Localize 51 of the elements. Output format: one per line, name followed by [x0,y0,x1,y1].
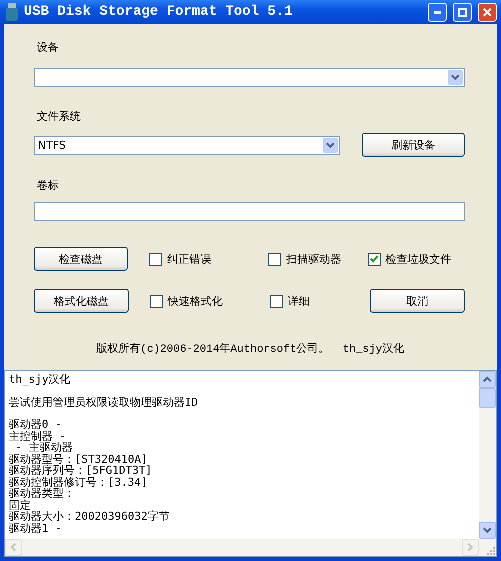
log-line: th_sjy汉化 [9,374,72,386]
log-line: 驱动器类型： [9,488,75,500]
left-chevron-icon [10,543,17,552]
checkbox[interactable] [268,252,282,266]
log-line: 驱动器型号：[ST320410A] [9,454,149,465]
scroll-down-button[interactable] [479,522,496,539]
maximize-button[interactable] [453,2,472,22]
log-line: 驱动器1 - [9,522,63,534]
checkbox[interactable] [149,252,162,266]
maximize-icon [458,8,467,16]
checkbox-label: 检查垃圾文件 [386,252,452,266]
close-button[interactable] [478,2,497,22]
volume-label-field[interactable] [34,202,465,221]
log-line: 驱动器序列号：[5FG1DT3T] [9,465,154,476]
close-icon [483,8,492,16]
device-label: 设备 [37,40,60,54]
down-chevron-icon [483,527,492,534]
scroll-up-button[interactable] [479,371,496,388]
resize-grip-icon[interactable] [486,546,496,556]
checkbox[interactable] [150,294,163,308]
device-dropdown[interactable] [34,68,465,87]
volume-label: 卷标 [37,178,60,192]
checkbox-label: 详细 [288,294,310,308]
window-title: USB Disk Storage Format Tool 5.1 [24,4,294,20]
log-line: - 主驱动器 [14,442,74,454]
minimize-icon [434,10,441,14]
chevron-icon [326,142,335,148]
copyright-text: 版权所有(c)2006-2014年Authorsoft公司。 th_sjy汉化 [96,342,405,356]
right-chevron-icon [467,543,474,552]
file-system-label: 文件系统 [37,109,82,123]
scroll-thumb[interactable] [479,388,496,408]
chevron-icon [451,74,460,81]
log-line: 驱动器大小：20020396032字节 [9,511,171,522]
checkbox[interactable] [368,252,381,266]
check-disk-button[interactable]: 检查磁盘 [34,247,128,271]
log-line: 驱动控制器修订号：[3.34] [9,476,149,488]
minimize-button[interactable] [428,2,447,22]
format-disk-button[interactable]: 格式化磁盘 [34,289,129,313]
checkbox-label: 纠正错误 [167,252,212,266]
up-chevron-icon [483,376,492,383]
cancel-button[interactable]: 取消 [370,289,465,313]
log-line: 固定 [9,500,32,511]
refresh-devices-button[interactable]: 刷新设备 [362,133,465,157]
log-line: 驱动器0 - [9,419,63,430]
checkbox-label: 快速格式化 [168,294,223,308]
log-line: 主控制器 - [9,430,66,442]
log-line: 尝试使用管理员权限读取物理驱动器ID [9,396,200,408]
file-system-dropdown[interactable]: NTFS [34,136,340,154]
checkbox[interactable] [270,294,283,308]
checkbox-label: 扫描驱动器 [286,252,342,266]
usb-drive-icon [6,3,18,21]
